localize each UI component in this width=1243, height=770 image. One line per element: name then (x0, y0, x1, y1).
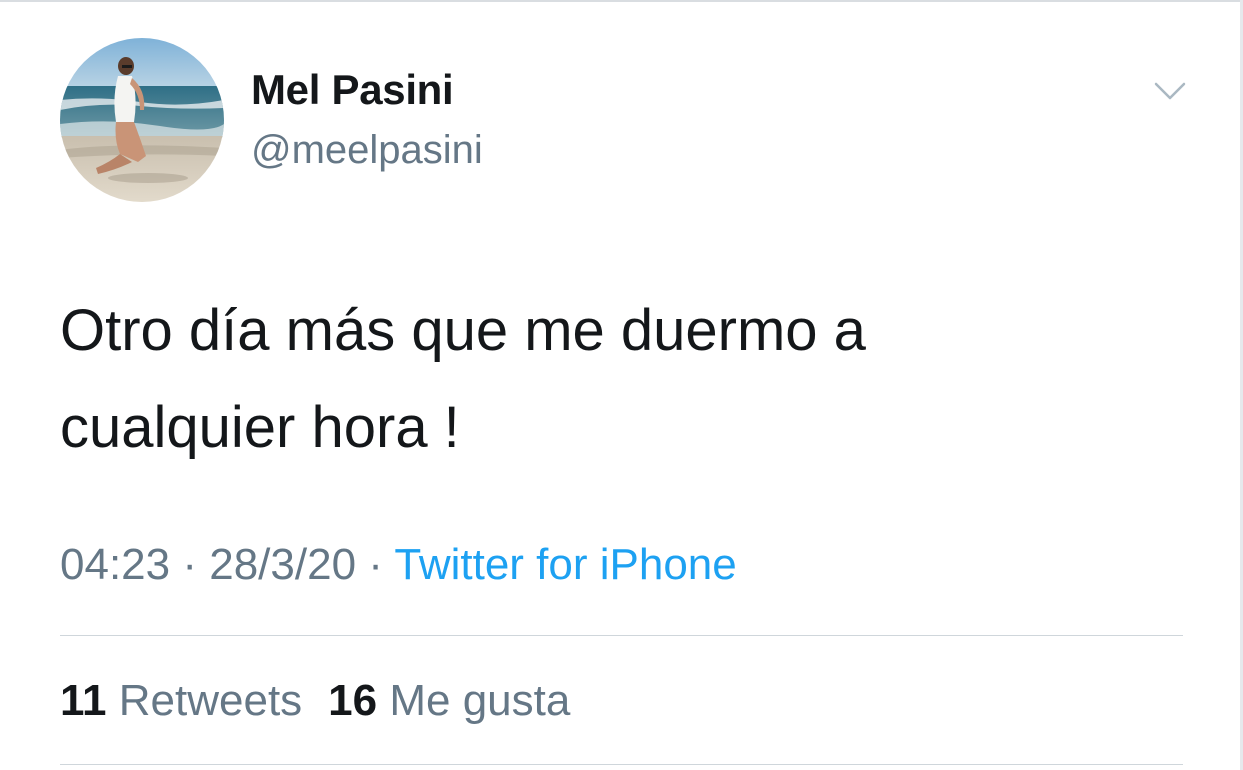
divider (60, 635, 1183, 636)
retweets-count: 11 (60, 676, 107, 725)
tweet-time[interactable]: 04:23 (60, 540, 170, 589)
chevron-down-icon[interactable] (1150, 74, 1190, 106)
divider (60, 764, 1183, 765)
meta-separator: · (182, 540, 197, 589)
tweet-text-line: Otro día más que me duermo a (60, 298, 866, 363)
likes-label: Me gusta (389, 676, 571, 725)
tweet-text-line: cualquier hora ! (60, 395, 460, 460)
meta-separator: · (368, 540, 383, 589)
likes-stat[interactable]: 16 Me gusta (328, 676, 570, 725)
author-display-name[interactable]: Mel Pasini (251, 66, 454, 114)
avatar[interactable] (60, 38, 224, 202)
tweet-stats: 11 Retweets 16 Me gusta (60, 676, 570, 726)
retweets-stat[interactable]: 11 Retweets (60, 676, 302, 725)
likes-count: 16 (328, 676, 378, 725)
top-border (0, 0, 1243, 2)
tweet-source-link[interactable]: Twitter for iPhone (394, 540, 736, 589)
avatar-photo (60, 38, 224, 202)
author-handle[interactable]: @meelpasini (251, 128, 483, 173)
retweets-label: Retweets (118, 676, 303, 725)
tweet-date[interactable]: 28/3/20 (209, 540, 356, 589)
tweet-meta: 04:23 · 28/3/20 · Twitter for iPhone (60, 540, 737, 590)
tweet-text: Otro día más que me duermo a cualquier h… (60, 282, 1180, 476)
